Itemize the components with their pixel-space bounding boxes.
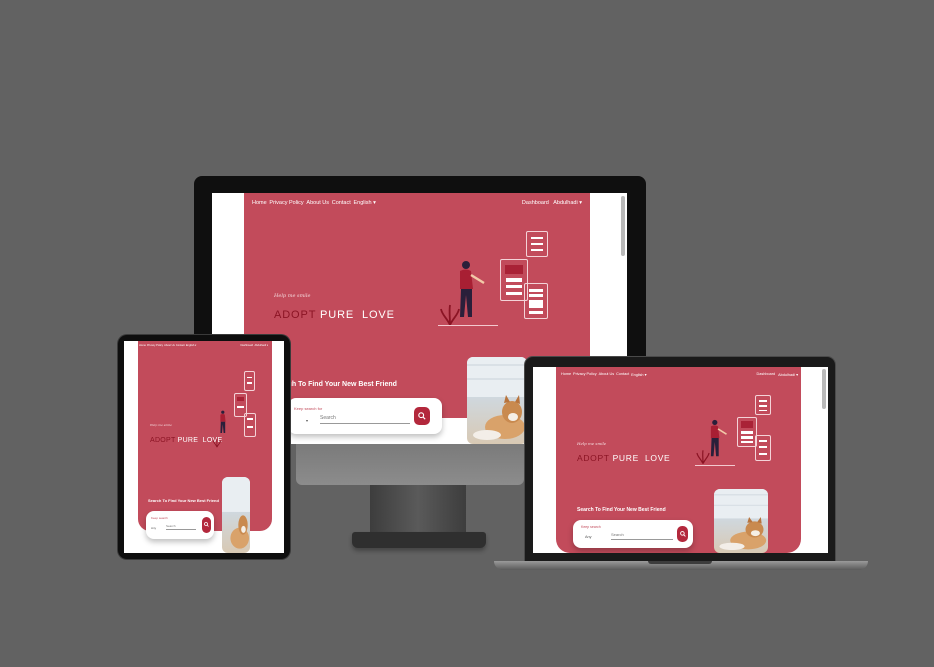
language-select[interactable]: English ▾ [186, 344, 197, 347]
search-label: Keep search [151, 516, 168, 520]
shiba-dog-icon [222, 477, 250, 549]
nav-dashboard[interactable]: Dashboard [240, 344, 253, 347]
plant-icon [212, 438, 222, 448]
search-card: Keep search Any Search [573, 520, 693, 548]
hero-tagline: Help me smile [274, 293, 311, 299]
plant-icon [696, 450, 710, 464]
dog-photo [467, 357, 527, 444]
hero-tagline: Help me smile [577, 441, 607, 446]
monitor-base [352, 532, 486, 548]
plant-icon [440, 304, 460, 326]
search-button[interactable] [677, 526, 688, 542]
search-card: Keep search Any Search [146, 511, 214, 539]
illustration-card-top [755, 395, 771, 415]
headline-adopt: ADOPT [150, 437, 176, 444]
nav-contact[interactable]: Contact [616, 372, 629, 377]
search-label: Keep search [581, 525, 601, 529]
nav-about-us[interactable]: About Us [599, 372, 615, 377]
headline-pure-love: PURE LOVE [320, 309, 395, 321]
search-section-title: ch To Find Your New Best Friend [288, 381, 397, 388]
navbar: Home Privacy Policy About Us Contact Eng… [561, 372, 798, 383]
nav-links: Home Privacy Policy About Us Contact Eng… [139, 344, 196, 347]
navbar: Home Privacy Policy About Us Contact Eng… [252, 200, 582, 215]
dog-photo [222, 477, 250, 553]
scrollbar[interactable] [621, 195, 625, 256]
illustration-card-bottom [755, 435, 771, 461]
search-icon [418, 412, 426, 420]
nav-dashboard[interactable]: Dashboard [757, 372, 776, 377]
tablet-screen: Home Privacy Policy About Us Contact Eng… [124, 341, 284, 553]
search-button[interactable] [414, 407, 430, 425]
search-type-select[interactable]: Any [151, 526, 156, 530]
headline-adopt: ADOPT [577, 453, 610, 463]
nav-links: Home Privacy Policy About Us Contact Eng… [252, 200, 376, 206]
nav-about-us[interactable]: About Us [164, 344, 175, 347]
search-label: Keep search for [294, 406, 323, 411]
monitor-chin [296, 443, 524, 485]
nav-privacy-policy[interactable]: Privacy Policy [147, 344, 163, 347]
navbar: Home Privacy Policy About Us Contact Eng… [139, 344, 268, 357]
hero-headline: ADOPT PURE LOVE [274, 309, 395, 321]
hero-tagline: Help me smile [150, 423, 172, 427]
hero-illustration [212, 369, 258, 453]
nav-account: Dashboard Abdulhadi ▾ [522, 200, 582, 206]
nav-home[interactable]: Home [252, 200, 267, 206]
illustration-card-middle [737, 417, 757, 447]
search-card: Keep search for ▾ Search [288, 398, 442, 434]
nav-home[interactable]: Home [561, 372, 571, 377]
nav-about-us[interactable]: About Us [306, 200, 329, 206]
search-input[interactable]: Search [611, 532, 673, 540]
user-menu[interactable]: Abdulhadi ▾ [778, 372, 798, 377]
headline-pure-love: PURE LOVE [612, 453, 671, 463]
search-input[interactable]: Search [320, 415, 410, 424]
scrollbar[interactable] [822, 368, 826, 409]
nav-privacy-policy[interactable]: Privacy Policy [573, 372, 597, 377]
shiba-dog-icon [714, 489, 768, 551]
search-type-select[interactable]: ▾ [306, 418, 308, 423]
dog-photo [714, 489, 768, 553]
laptop-screen: Home Privacy Policy About Us Contact Eng… [533, 367, 828, 553]
illustration-card-bottom [524, 283, 548, 319]
nav-account: Dashboard Abdulhadi ▾ [757, 372, 798, 377]
illustration-card-top [526, 231, 548, 257]
hero-headline: ADOPT PURE LOVE [577, 453, 670, 463]
monitor-neck [370, 483, 466, 535]
search-icon [679, 531, 686, 537]
search-button[interactable] [202, 517, 211, 533]
nav-dashboard[interactable]: Dashboard [522, 200, 549, 206]
nav-contact[interactable]: Contact [332, 200, 351, 206]
hero-illustration [695, 393, 775, 467]
nav-links: Home Privacy Policy About Us Contact Eng… [561, 372, 646, 377]
nav-privacy-policy[interactable]: Privacy Policy [269, 200, 303, 206]
search-input[interactable]: Search [166, 524, 196, 530]
search-icon [204, 522, 209, 527]
user-menu[interactable]: Abdulhadi ▾ [553, 200, 582, 206]
language-select[interactable]: English ▾ [631, 372, 646, 377]
search-type-select[interactable]: Any [585, 535, 592, 539]
nav-contact[interactable]: Contact [176, 344, 185, 347]
laptop-notch [648, 561, 712, 564]
user-menu[interactable]: Abdulhadi ▾ [254, 344, 268, 347]
headline-adopt: ADOPT [274, 309, 317, 321]
ground-line [438, 325, 498, 326]
language-select[interactable]: English ▾ [354, 200, 376, 206]
hero-illustration [438, 229, 558, 329]
search-section-title: Search To Find Your New Best Friend [148, 498, 219, 503]
search-section-title: Search To Find Your New Best Friend [577, 507, 666, 513]
nav-account: Dashboard Abdulhadi ▾ [240, 344, 268, 347]
shiba-dog-icon [467, 357, 527, 440]
nav-home[interactable]: Home [139, 344, 146, 347]
